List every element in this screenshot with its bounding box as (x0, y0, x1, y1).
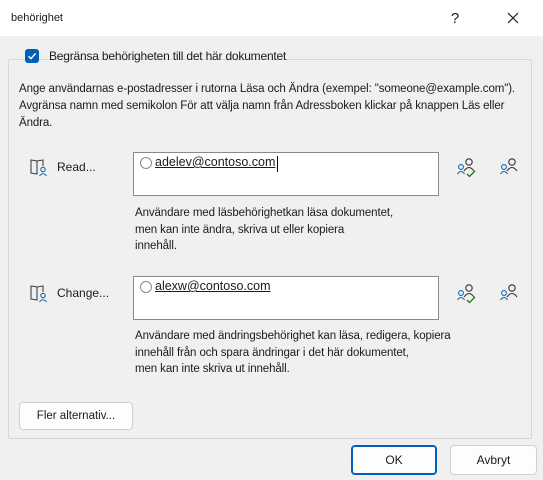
window-title: behörighet (11, 12, 63, 24)
check-names-icon (457, 284, 476, 304)
read-check-names-button[interactable] (455, 155, 479, 179)
restrict-label: Begränsa behörigheten till det här dokum… (49, 49, 287, 63)
change-button[interactable]: Change... (29, 283, 109, 303)
change-button-label: Change... (57, 286, 110, 300)
address-book-change-icon (30, 285, 47, 303)
check-names-icon (457, 158, 476, 178)
restrict-checkbox[interactable] (25, 49, 39, 63)
restrict-checkbox-row[interactable]: Begränsa behörigheten till det här dokum… (25, 49, 286, 63)
read-presence-indicator (140, 157, 152, 169)
more-options-button[interactable]: Fler alternativ... (19, 402, 133, 430)
ok-button[interactable]: OK (351, 445, 437, 475)
change-check-names-button[interactable] (455, 281, 479, 305)
change-address-book-button[interactable] (497, 281, 521, 305)
read-button[interactable]: Read... (29, 157, 96, 177)
close-icon (507, 12, 519, 24)
change-presence-indicator (140, 281, 152, 293)
read-description: Användare med läsbehörighetkan läsa doku… (135, 207, 394, 252)
people-icon (500, 158, 518, 175)
read-address-input[interactable]: adelev@contoso.com (133, 152, 439, 196)
address-book-read-icon (30, 159, 47, 177)
cancel-button[interactable]: Avbryt (450, 445, 537, 475)
read-address-book-button[interactable] (497, 155, 521, 179)
dialog-content: Begränsa behörigheten till det här dokum… (0, 36, 543, 480)
title-bar: behörighet ? (0, 0, 543, 36)
read-button-label: Read... (57, 160, 96, 174)
text-caret (277, 156, 278, 172)
read-address-value: adelev@contoso.com (155, 155, 276, 169)
change-address-value: alexw@contoso.com (155, 279, 271, 293)
help-button[interactable]: ? (432, 0, 478, 36)
change-address-input[interactable]: alexw@contoso.com (133, 276, 439, 320)
instructions-text: Ange användarnas e-postadresser i rutorn… (19, 83, 516, 129)
change-description: Användare med ändringsbehörighet kan läs… (135, 330, 451, 375)
checkmark-icon (28, 52, 37, 60)
people-icon (500, 284, 518, 301)
close-button[interactable] (490, 0, 536, 36)
